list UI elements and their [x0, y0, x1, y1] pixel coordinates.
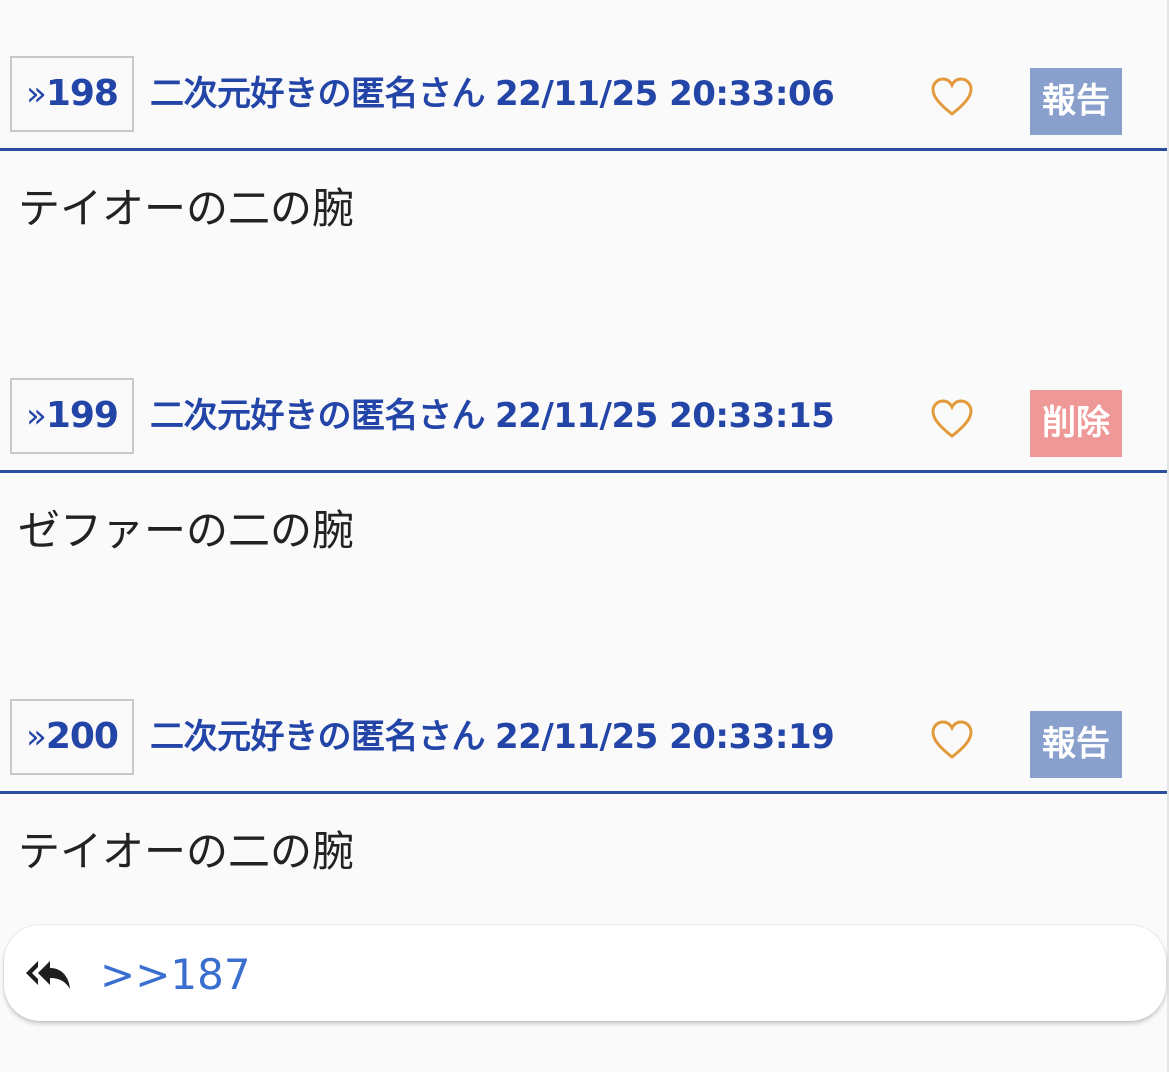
post-number-anchor[interactable]: »199 [10, 378, 134, 454]
delete-button[interactable]: 削除 [1030, 390, 1122, 457]
reply-all-icon [26, 961, 70, 989]
post-number: 200 [45, 716, 119, 757]
double-chevron-icon: » [26, 74, 47, 114]
post-datetime: 22/11/25 20:33:06 [495, 74, 835, 114]
heart-icon[interactable] [930, 398, 974, 440]
heart-icon[interactable] [930, 76, 974, 118]
heart-icon[interactable] [930, 719, 974, 761]
post-number: 199 [45, 395, 119, 436]
post-datetime: 22/11/25 20:33:15 [495, 396, 835, 436]
post: »200 二次元好きの匿名さん 22/11/25 20:33:19 報告 テイオー… [0, 699, 1167, 958]
report-button[interactable]: 報告 [1030, 68, 1122, 135]
post-header: »199 二次元好きの匿名さん 22/11/25 20:33:15 削除 [0, 378, 1167, 473]
post-header: »200 二次元好きの匿名さん 22/11/25 20:33:19 報告 [0, 699, 1167, 794]
author-name: 二次元好きの匿名さん [150, 717, 486, 757]
author-name: 二次元好きの匿名さん [150, 396, 486, 436]
post-body: テイオーの二の腕 [18, 184, 355, 233]
author-name: 二次元好きの匿名さん [150, 74, 486, 114]
post: »199 二次元好きの匿名さん 22/11/25 20:33:15 削除 ゼファー… [0, 378, 1167, 637]
post-number-anchor[interactable]: »198 [10, 56, 134, 132]
reply-reference-bar: >>187 [4, 925, 1166, 1021]
double-chevron-icon: » [26, 717, 47, 757]
post-meta: 二次元好きの匿名さん 22/11/25 20:33:06 [150, 56, 835, 132]
post-number-anchor[interactable]: »200 [10, 699, 134, 775]
post-datetime: 22/11/25 20:33:19 [495, 717, 835, 757]
post: »198 二次元好きの匿名さん 22/11/25 20:33:06 報告 テイオー… [0, 56, 1167, 315]
double-chevron-icon: » [26, 396, 47, 436]
post-body: ゼファーの二の腕 [18, 506, 355, 555]
post-meta: 二次元好きの匿名さん 22/11/25 20:33:19 [150, 699, 835, 775]
report-button[interactable]: 報告 [1030, 711, 1122, 778]
reply-anchor-link[interactable]: >>187 [100, 925, 251, 1025]
post-meta: 二次元好きの匿名さん 22/11/25 20:33:15 [150, 378, 835, 454]
post-header: »198 二次元好きの匿名さん 22/11/25 20:33:06 報告 [0, 56, 1167, 151]
post-number: 198 [45, 73, 119, 114]
